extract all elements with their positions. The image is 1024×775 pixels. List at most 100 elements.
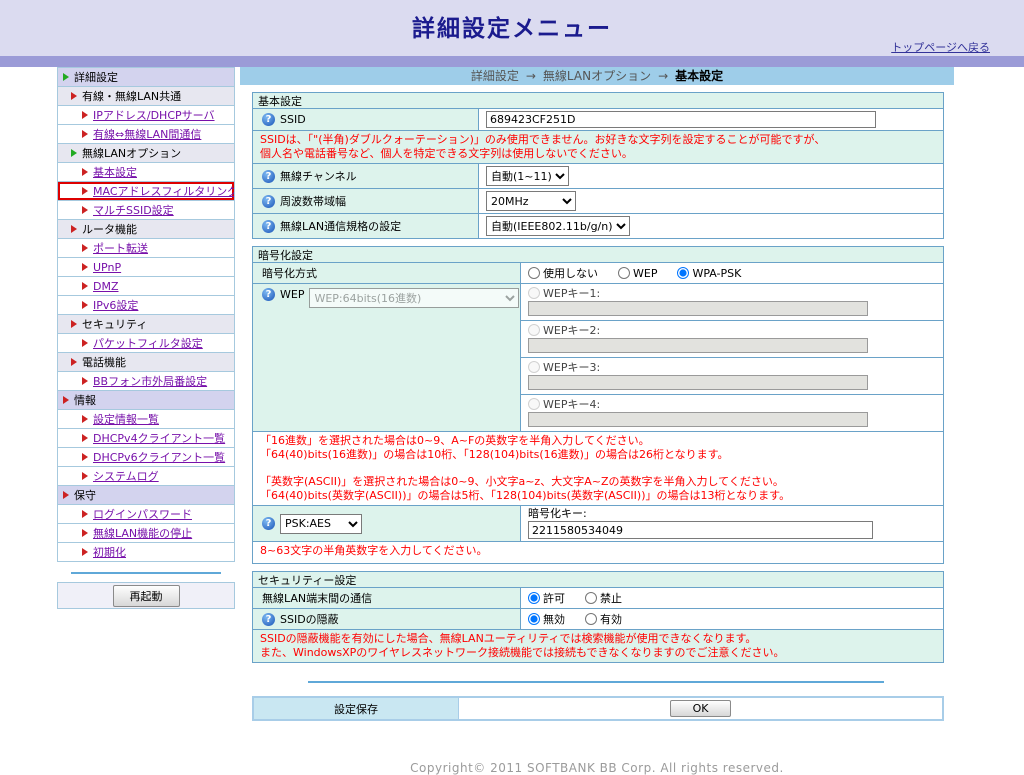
encryption-none-radio[interactable] [528, 267, 540, 279]
lan-comm-options: 許可 禁止 [521, 588, 943, 608]
basic-settings-section-title: 基本設定 [253, 93, 943, 109]
ssid-hide-disabled-radio[interactable] [528, 613, 540, 625]
copyright-footer: Copyright© 2011 SOFTBANK BB Corp. All ri… [410, 761, 784, 775]
sidebar-item-port-forwarding[interactable]: ポート転送 [58, 239, 234, 258]
sidebar-item-multi-ssid[interactable]: マルチSSID設定 [58, 201, 234, 220]
sidebar-item-wired-wireless-bridge[interactable]: 有線⇔無線LAN間通信 [58, 125, 234, 144]
encryption-method-label: 暗号化方式 [262, 267, 317, 280]
ssid-hide-disabled-option[interactable]: 無効 [528, 611, 565, 627]
standard-label: 無線LAN通信規格の設定 [280, 220, 402, 233]
save-settings-bar: 設定保存 OK [252, 696, 944, 721]
help-icon[interactable]: ? [262, 612, 275, 626]
sidebar-item-ipv6-settings[interactable]: IPv6設定 [58, 296, 234, 315]
red-arrow-icon [82, 548, 88, 556]
lan-comm-label-cell: 無線LAN端末間の通信 [253, 588, 521, 608]
red-arrow-icon [82, 111, 88, 119]
wep-key-3-label: WEPキー3: [543, 360, 601, 374]
wep-key-3-radio [528, 360, 540, 373]
help-icon[interactable]: ? [262, 194, 275, 208]
ssid-label: SSID [280, 113, 306, 126]
red-arrow-icon [82, 301, 88, 309]
sidebar-item-wireless-lan-option: 無線LANオプション [58, 144, 234, 163]
wep-key-1-radio [528, 286, 540, 299]
help-icon[interactable]: ? [262, 219, 275, 233]
sidebar-item-information: 情報 [58, 391, 234, 410]
wep-note: 「16進数」を選択された場合は0~9、A~Fの英数字を半角入力してください。 「… [253, 432, 943, 505]
sidebar-item-basic-settings[interactable]: 基本設定 [58, 163, 234, 182]
content-divider [308, 681, 884, 683]
wep-key-1-input [528, 301, 868, 316]
psk-type-select[interactable]: PSK:AES [280, 513, 362, 534]
help-icon[interactable]: ? [262, 169, 275, 183]
psk-type-cell: ? PSK:AES [253, 506, 521, 541]
help-icon[interactable]: ? [262, 113, 275, 126]
encryption-wep-radio[interactable] [618, 267, 630, 279]
help-icon[interactable]: ? [262, 517, 275, 530]
wep-key-1-label: WEPキー1: [543, 286, 601, 300]
sidebar-item-security: セキュリティ [58, 315, 234, 334]
channel-select[interactable]: 自動(1~11) [486, 166, 569, 186]
back-to-top-link[interactable]: トップページへ戻る [891, 39, 990, 55]
lan-comm-allow-radio[interactable] [528, 592, 540, 604]
wep-key-4-label: WEPキー4: [543, 397, 601, 411]
reboot-button[interactable]: 再起動 [112, 584, 180, 607]
wep-label: WEP [280, 288, 305, 301]
red-arrow-icon [82, 472, 88, 480]
green-arrow-icon [63, 73, 69, 81]
encryption-wpa-psk-radio[interactable] [677, 267, 690, 279]
help-icon[interactable]: ? [262, 288, 275, 301]
sidebar-item-packet-filter[interactable]: パケットフィルタ設定 [58, 334, 234, 353]
red-arrow-icon [82, 263, 88, 271]
lan-comm-allow-option[interactable]: 許可 [528, 590, 565, 606]
security-settings-section: セキュリティー設定 無線LAN端末間の通信 許可 禁止 ? SSIDの隠蔽 無効… [252, 571, 944, 663]
channel-label: 無線チャンネル [280, 170, 357, 183]
ok-button[interactable]: OK [669, 700, 732, 717]
lan-comm-deny-option[interactable]: 禁止 [585, 590, 622, 606]
sidebar-item-maintenance: 保守 [58, 486, 234, 505]
bandwidth-select[interactable]: 20MHz [486, 191, 576, 211]
sidebar-item-advanced-settings: 詳細設定 [58, 68, 234, 87]
wep-key-1: WEPキー1: [521, 284, 943, 321]
red-arrow-icon [71, 92, 77, 100]
sidebar-item-wireless-lan-stop[interactable]: 無線LAN機能の停止 [58, 524, 234, 543]
wireless-standard-select[interactable]: 自動(IEEE802.11b/g/n) [486, 216, 630, 236]
red-arrow-icon [63, 491, 69, 499]
sidebar-item-router-function: ルータ機能 [58, 220, 234, 239]
red-arrow-icon [82, 453, 88, 461]
encryption-wpa-psk-option[interactable]: WPA-PSK [677, 267, 741, 280]
page-header: 詳細設定メニュー トップページへ戻る [0, 0, 1024, 56]
ssid-hide-enabled-radio[interactable] [585, 613, 597, 625]
sidebar-item-phone-function: 電話機能 [58, 353, 234, 372]
sidebar-item-upnp[interactable]: UPnP [58, 258, 234, 277]
psk-key-cell: 暗号化キー: [521, 506, 943, 541]
encryption-wep-option[interactable]: WEP [618, 267, 657, 280]
wep-key-2-radio [528, 323, 540, 336]
channel-label-cell: ? 無線チャンネル [253, 164, 479, 188]
sidebar-item-bbphone-area-code[interactable]: BBフォン市外局番設定 [58, 372, 234, 391]
ssid-input[interactable] [486, 111, 876, 128]
encryption-method-options: 使用しない WEP WPA-PSK [521, 263, 943, 283]
red-arrow-icon [82, 377, 88, 385]
sidebar-item-dhcpv4-clients[interactable]: DHCPv4クライアント一覧 [58, 429, 234, 448]
encryption-method-label-cell: 暗号化方式 [253, 263, 521, 283]
sidebar-item-system-log[interactable]: システムログ [58, 467, 234, 486]
red-arrow-icon [82, 339, 88, 347]
header-divider-strip [0, 56, 1024, 67]
bandwidth-label-cell: ? 周波数帯域幅 [253, 189, 479, 213]
ssid-hide-enabled-option[interactable]: 有効 [585, 611, 622, 627]
lan-comm-deny-radio[interactable] [585, 592, 597, 604]
sidebar-item-mac-filtering[interactable]: MACアドレスフィルタリング [58, 182, 234, 201]
sidebar-item-ip-dhcp-server[interactable]: IPアドレス/DHCPサーバ [58, 106, 234, 125]
sidebar-item-config-info-list[interactable]: 設定情報一覧 [58, 410, 234, 429]
lan-comm-label: 無線LAN端末間の通信 [262, 592, 373, 605]
encryption-none-option[interactable]: 使用しない [528, 265, 598, 281]
sidebar-item-dmz[interactable]: DMZ [58, 277, 234, 296]
sidebar-item-initialize[interactable]: 初期化 [58, 543, 234, 562]
psk-key-input[interactable] [528, 521, 873, 539]
red-arrow-icon [82, 187, 88, 195]
sidebar-menu: 詳細設定 有線・無線LAN共通 IPアドレス/DHCPサーバ 有線⇔無線LAN間… [57, 67, 235, 562]
sidebar-item-dhcpv6-clients[interactable]: DHCPv6クライアント一覧 [58, 448, 234, 467]
sidebar-item-login-password[interactable]: ログインパスワード [58, 505, 234, 524]
red-arrow-icon [82, 244, 88, 252]
wep-keys: WEPキー1: WEPキー2: WEPキー3: WEPキー4: [521, 284, 943, 431]
